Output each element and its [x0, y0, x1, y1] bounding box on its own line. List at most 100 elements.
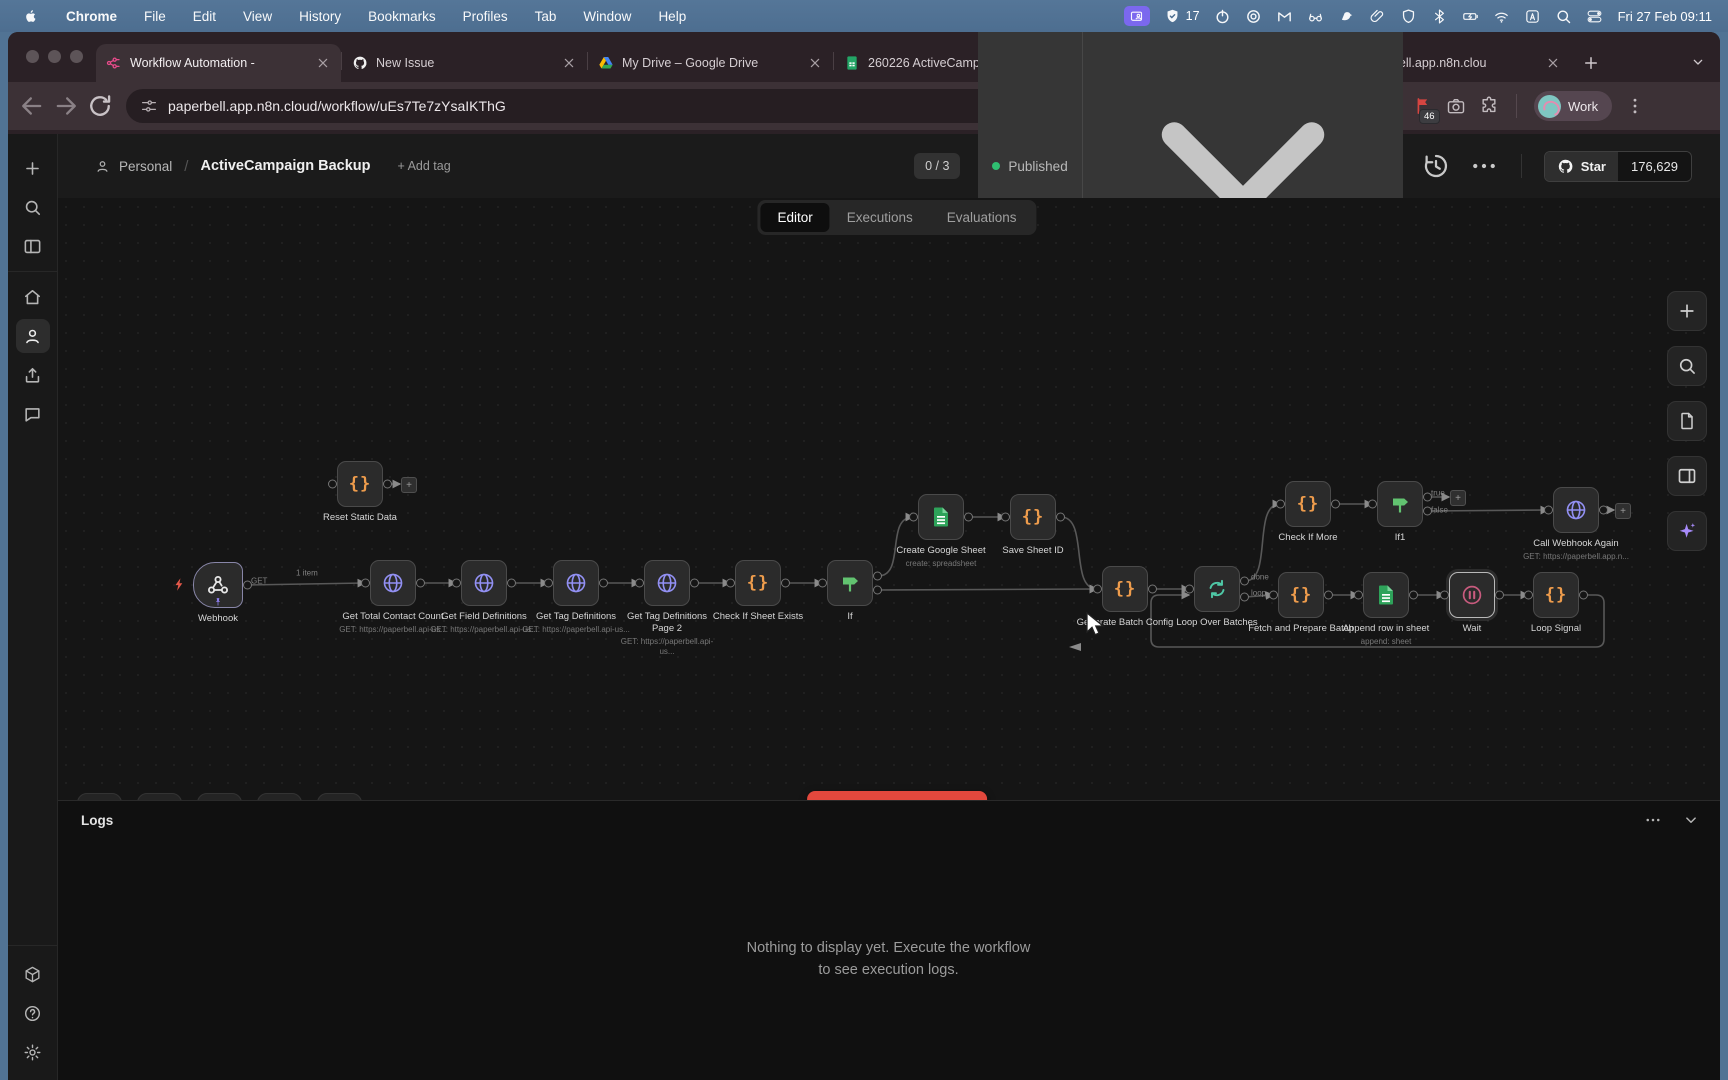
- input-a-icon[interactable]: [1524, 8, 1541, 25]
- logs-menu-icon[interactable]: [1644, 811, 1662, 829]
- menu-item-bookmarks[interactable]: Bookmarks: [368, 9, 436, 24]
- version-history-icon[interactable]: [1421, 151, 1451, 181]
- workflow-node-webhook[interactable]: [193, 562, 243, 608]
- wifi-icon[interactable]: [1493, 8, 1510, 25]
- node-input-port[interactable]: [1354, 591, 1363, 600]
- workflow-node-loopSignal[interactable]: {}: [1533, 572, 1579, 618]
- node-input-port[interactable]: [909, 513, 918, 522]
- workflow-node-if1[interactable]: [1377, 481, 1423, 527]
- zoom-to-fit-button[interactable]: [77, 793, 122, 800]
- menu-item-view[interactable]: View: [243, 9, 272, 24]
- workflow-node-totalCount[interactable]: [370, 560, 416, 606]
- browser-tab-2[interactable]: New Issue: [342, 44, 587, 82]
- menu-item-history[interactable]: History: [299, 9, 341, 24]
- node-output-port[interactable]: [1495, 591, 1504, 600]
- node-input-port[interactable]: [1276, 500, 1285, 509]
- node-input-port[interactable]: [726, 579, 735, 588]
- add-tag-button[interactable]: + Add tag: [398, 159, 451, 173]
- close-tab-icon[interactable]: [315, 55, 331, 71]
- workflow-node-genBatch[interactable]: {}: [1102, 566, 1148, 612]
- menu-item-file[interactable]: File: [144, 9, 166, 24]
- sidebar-item-package[interactable]: [16, 957, 50, 991]
- workflow-node-createSheet[interactable]: [918, 494, 964, 540]
- workflow-node-fieldDefs[interactable]: [461, 560, 507, 606]
- workflow-menu-icon[interactable]: [1469, 151, 1499, 181]
- workflow-node-callWebhook[interactable]: [1553, 487, 1599, 533]
- node-output-port[interactable]: [1240, 593, 1249, 602]
- glasses-icon[interactable]: [1307, 8, 1324, 25]
- node-output-port[interactable]: [416, 579, 425, 588]
- workflow-node-checkSheet[interactable]: {}: [735, 560, 781, 606]
- sidebar-item-gear[interactable]: [16, 1035, 50, 1069]
- back-button[interactable]: [18, 92, 46, 120]
- zoom-in-button[interactable]: [137, 793, 182, 800]
- menu-item-chrome[interactable]: Chrome: [66, 9, 117, 24]
- tab-evaluations[interactable]: Evaluations: [930, 203, 1034, 232]
- site-settings-icon[interactable]: [140, 97, 158, 115]
- close-tab-icon[interactable]: [561, 55, 577, 71]
- menu-item-tab[interactable]: Tab: [535, 9, 557, 24]
- node-input-port[interactable]: [635, 579, 644, 588]
- node-input-port[interactable]: [1524, 591, 1533, 600]
- tab-executions[interactable]: Executions: [830, 203, 930, 232]
- connection-endpoint-plus[interactable]: +: [401, 477, 417, 493]
- node-output-port[interactable]: [873, 586, 882, 595]
- sidebar-item-chat[interactable]: [16, 397, 50, 431]
- menu-item-edit[interactable]: Edit: [193, 9, 216, 24]
- workflow-node-checkMore[interactable]: {}: [1285, 481, 1331, 527]
- node-output-port[interactable]: [1148, 585, 1157, 594]
- add-node-button[interactable]: [1667, 291, 1707, 331]
- sidebar-item-plus[interactable]: [16, 151, 50, 185]
- workflow-file-button[interactable]: [1667, 401, 1707, 441]
- power-icon[interactable]: [1214, 8, 1231, 25]
- tab-search-chevron-icon[interactable]: [1690, 54, 1706, 70]
- canvas-search-button[interactable]: [1667, 346, 1707, 386]
- node-input-port[interactable]: [1368, 500, 1377, 509]
- node-input-port[interactable]: [1001, 513, 1010, 522]
- search-icon[interactable]: [1555, 8, 1572, 25]
- workflow-node-loopBatches[interactable]: [1194, 566, 1240, 612]
- sidebar-item-search[interactable]: [16, 190, 50, 224]
- workflow-node-tagDefs[interactable]: [553, 560, 599, 606]
- node-output-port[interactable]: [1423, 507, 1432, 516]
- sidebar-item-panels[interactable]: [16, 229, 50, 263]
- workflow-node-appendRow[interactable]: [1363, 572, 1409, 618]
- connection-endpoint-plus[interactable]: +: [1615, 503, 1631, 519]
- connection-endpoint-plus[interactable]: +: [1450, 490, 1466, 506]
- node-output-port[interactable]: [1409, 591, 1418, 600]
- toggle-panel-button[interactable]: [1667, 456, 1707, 496]
- sidebar-item-help[interactable]: [16, 996, 50, 1030]
- workflow-node-fetchBatch[interactable]: {}: [1278, 572, 1324, 618]
- node-input-port[interactable]: [1544, 506, 1553, 515]
- node-output-port[interactable]: [873, 572, 882, 581]
- undo-button[interactable]: [257, 793, 302, 800]
- execute-workflow-button[interactable]: Execute workflow: [807, 791, 987, 800]
- node-output-port[interactable]: [1056, 513, 1065, 522]
- menu-bar-clock[interactable]: Fri 27 Feb 09:11: [1618, 9, 1712, 24]
- browser-tab-1[interactable]: Workflow Automation -: [96, 44, 341, 82]
- menu-item-profiles[interactable]: Profiles: [463, 9, 508, 24]
- sidebar-item-user[interactable]: [16, 319, 50, 353]
- ai-assistant-button[interactable]: [1667, 511, 1707, 551]
- node-output-port[interactable]: [1599, 506, 1608, 515]
- workflow-node-tagDefs2[interactable]: [644, 560, 690, 606]
- node-input-port[interactable]: [328, 480, 337, 489]
- sidebar-item-home[interactable]: [16, 280, 50, 314]
- node-output-port[interactable]: [1579, 591, 1588, 600]
- node-output-port[interactable]: [690, 579, 699, 588]
- gmail-icon[interactable]: [1276, 8, 1293, 25]
- setup-progress-badge[interactable]: 0 / 3: [914, 153, 960, 179]
- forward-button[interactable]: [52, 92, 80, 120]
- node-input-port[interactable]: [818, 579, 827, 588]
- breadcrumb-project[interactable]: Personal: [119, 159, 172, 174]
- node-input-port[interactable]: [1269, 591, 1278, 600]
- zoom-out-button[interactable]: [197, 793, 242, 800]
- bird-icon[interactable]: [1338, 8, 1355, 25]
- control-center-icon[interactable]: [1586, 8, 1603, 25]
- node-input-port[interactable]: [1185, 585, 1194, 594]
- close-window-button[interactable]: [26, 50, 39, 63]
- shield-icon[interactable]: [1164, 8, 1181, 25]
- github-star-button[interactable]: Star 176,629: [1544, 151, 1692, 182]
- node-input-port[interactable]: [544, 579, 553, 588]
- screenshare-icon[interactable]: [1124, 6, 1150, 26]
